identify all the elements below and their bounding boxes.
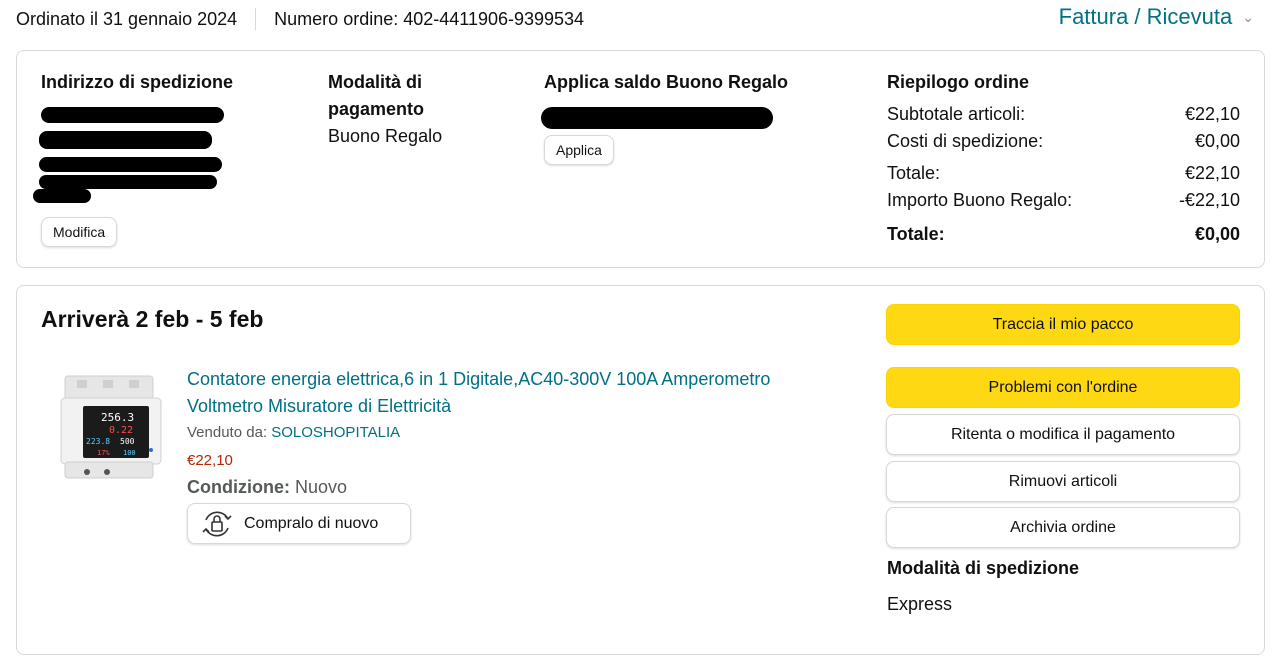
invoice-link[interactable]: Fattura / Ricevuta xyxy=(1059,4,1233,30)
sold-by-label: Venduto da: xyxy=(187,424,268,441)
summary-value: €0,00 xyxy=(1194,224,1240,244)
product-image[interactable]: 256.3 0.22 223.8 500 17% 100 xyxy=(57,372,165,484)
redacted-address-line xyxy=(41,107,224,123)
summary-label: Subtotale articoli: xyxy=(887,104,1026,124)
condition-value: Nuovo xyxy=(295,477,348,497)
payment-method-title-line1: Modalità di xyxy=(328,72,422,92)
display-value: 0.22 xyxy=(109,425,133,436)
condition-label: Condizione: xyxy=(187,477,290,497)
redacted-address-line xyxy=(39,131,212,149)
summary-row-total: Totale: €22,10 xyxy=(887,160,1240,187)
order-header: Ordinato il 31 gennaio 2024 Numero ordin… xyxy=(16,4,1266,30)
summary-value: €0,00 xyxy=(1194,131,1240,151)
shipment-card: Arriverà 2 feb - 5 feb 256.3 0.22 223.8 … xyxy=(16,285,1265,655)
summary-row-subtotal: Subtotale articoli: €22,10 xyxy=(887,101,1240,128)
display-value: 256.3 xyxy=(101,411,134,424)
product-price: €22,10 xyxy=(187,452,233,469)
chevron-down-icon: ⌄ xyxy=(1242,8,1254,25)
order-summary-title: Riepilogo ordine xyxy=(887,72,1029,92)
shipping-address-title: Indirizzo di spedizione xyxy=(41,72,234,92)
buy-again-label: Compralo di nuovo xyxy=(244,514,379,532)
summary-row-grand-total: Totale: €0,00 xyxy=(887,221,1240,248)
summary-value: -€22,10 xyxy=(1178,190,1240,210)
payment-method-title-line2: pagamento xyxy=(328,99,425,119)
seller-link[interactable]: SOLOSHOPITALIA xyxy=(271,424,400,441)
display-value: 500 xyxy=(120,437,135,446)
archive-order-button[interactable]: Archivia ordine xyxy=(886,507,1240,548)
product-condition: Condizione: Nuovo xyxy=(187,477,347,498)
redacted-address-line xyxy=(33,189,91,203)
shipping-mode-title: Modalità di spedizione xyxy=(887,558,1080,578)
summary-label: Totale: xyxy=(887,163,941,183)
header-divider xyxy=(255,8,257,30)
shipping-mode-value: Express xyxy=(887,594,953,614)
invoice-dropdown[interactable]: Fattura / Ricevuta ⌄ xyxy=(1059,4,1254,30)
order-problem-button[interactable]: Problemi con l'ordine xyxy=(886,367,1240,408)
energy-meter-image: 256.3 0.22 223.8 500 17% 100 xyxy=(60,375,162,479)
summary-value: €22,10 xyxy=(1184,104,1240,124)
summary-row-gift-card: Importo Buono Regalo: -€22,10 xyxy=(887,187,1240,214)
gift-card-title: Applica saldo Buono Regalo xyxy=(544,72,789,92)
display-value: 100 xyxy=(123,449,136,457)
apply-gift-card-button[interactable]: Applica xyxy=(544,135,614,165)
payment-method-value: Buono Regalo xyxy=(328,126,443,146)
summary-label: Importo Buono Regalo: xyxy=(887,190,1073,210)
display-value: 223.8 xyxy=(86,437,110,446)
redacted-address-line xyxy=(39,157,222,172)
display-value: 17% xyxy=(97,449,110,457)
order-number: Numero ordine: 402-4411906-9399534 xyxy=(274,8,585,29)
buy-again-button[interactable]: Compralo di nuovo xyxy=(187,503,411,544)
seller-info: Venduto da: SOLOSHOPITALIA xyxy=(187,424,400,441)
summary-value: €22,10 xyxy=(1184,163,1240,183)
redacted-address-line xyxy=(39,175,217,189)
redacted-gift-card-input xyxy=(541,107,773,129)
remove-items-button[interactable]: Rimuovi articoli xyxy=(886,461,1240,502)
arrival-date: Arriverà 2 feb - 5 feb xyxy=(41,306,264,332)
product-title-link[interactable]: Contatore energia elettrica,6 in 1 Digit… xyxy=(187,366,847,420)
track-package-button[interactable]: Traccia il mio pacco xyxy=(886,304,1240,345)
retry-payment-button[interactable]: Ritenta o modifica il pagamento xyxy=(886,414,1240,455)
summary-label: Totale: xyxy=(887,224,945,244)
summary-label: Costi di spedizione: xyxy=(887,131,1044,151)
edit-address-button[interactable]: Modifica xyxy=(41,217,118,247)
summary-row-shipping: Costi di spedizione: €0,00 xyxy=(887,128,1240,155)
order-details-card: Indirizzo di spedizione Modifica Modalit… xyxy=(16,50,1265,268)
buy-again-icon xyxy=(202,510,232,537)
order-date: Ordinato il 31 gennaio 2024 xyxy=(16,8,238,29)
